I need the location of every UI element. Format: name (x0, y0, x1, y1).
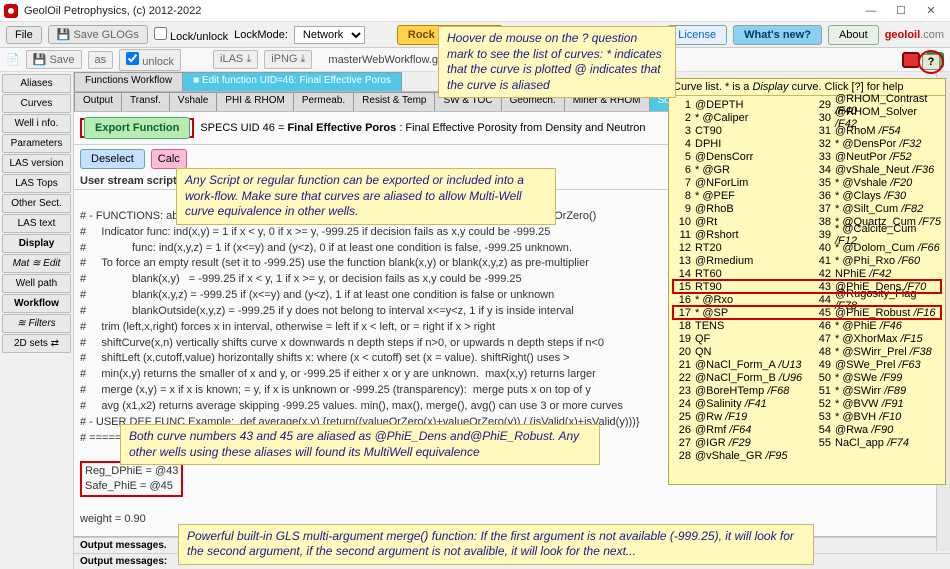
help-question-button[interactable]: ? (922, 54, 940, 70)
tooltip-export-script: Any Script or regular function can be ex… (176, 168, 556, 225)
help-comment-block: # - FUNCTIONS: abs(), exp(), ln(), log10… (80, 210, 640, 444)
curve-row[interactable]: 8* @PEF36* @Clays /F30 (673, 189, 941, 202)
curve-row[interactable]: 25@Rw /F1953* @BVH /F10 (673, 410, 941, 423)
curve-row[interactable]: 24@Salinity /F4152* @BVW /F91 (673, 397, 941, 410)
curve-row[interactable]: 26@Rmf /F6454@Rwa /F90 (673, 423, 941, 436)
sidebar-item-parameters[interactable]: Parameters (2, 134, 71, 153)
specs-label: SPECS UID 46 = Final Effective Poros : F… (200, 122, 645, 134)
curve-row[interactable]: 20 QN48* @SWirr_Prel /F38 (673, 345, 941, 358)
maximize-button[interactable]: ☐ (886, 1, 916, 21)
tooltip-hover-question: Hoover de mouse on the ? question mark t… (438, 26, 676, 98)
subtab-phi-rhom[interactable]: PHI & RHOM (216, 92, 293, 111)
app-logo-icon (4, 4, 18, 18)
curve-row[interactable]: 28@vShale_GR /F95 (673, 449, 941, 462)
lockunlock-checkbox[interactable]: Lock/unlock (154, 27, 228, 43)
titlebar: GeolOil Petrophysics, (c) 2012-2022 — ☐ … (0, 0, 950, 22)
file-menu[interactable]: File (6, 26, 42, 44)
subtab-permeab-[interactable]: Permeab. (293, 92, 354, 111)
tab-edit-function-uid-final-effective-poros[interactable]: ■ Edit function UID=46: Final Effective … (182, 72, 402, 91)
ilas-button[interactable]: iLAS ⤓ (213, 50, 258, 69)
curve-row[interactable]: 21@NaCl_Form_A /U1349 @SWe_Prel /F63 (673, 358, 941, 371)
window-title: GeolOil Petrophysics, (c) 2012-2022 (24, 5, 201, 17)
tooltip-merge-function: Powerful built-in GLS multi-argument mer… (178, 524, 814, 565)
alias-assignments-highlight: Reg_DPhiE = @43 Safe_PhiE = @45 (80, 461, 183, 497)
sidebar-item-workflow[interactable]: Workflow (2, 294, 71, 313)
curve-row[interactable]: 22@NaCl_Form_B /U9650* @SWe /F99 (673, 371, 941, 384)
curve-row[interactable]: 18 TENS46* @PhiE /F46 (673, 319, 941, 332)
curve-row[interactable]: 13@Rmedium41* @Phi_Rxo /F60 (673, 254, 941, 267)
sidebar-item-well-i-nfo-[interactable]: Well i nfo. (2, 114, 71, 133)
curve-row[interactable]: 23@BoreHTemp /F6851* @SWirr /F89 (673, 384, 941, 397)
sidebar-item-las-text[interactable]: LAS text (2, 214, 71, 233)
export-function-button[interactable]: Export Function (84, 117, 190, 139)
lockmode-select[interactable]: Network (294, 26, 365, 44)
subtab-transf-[interactable]: Transf. (121, 92, 170, 111)
sidebar-item-aliases[interactable]: Aliases (2, 74, 71, 93)
curve-row[interactable]: 3 CT9031@RhoM /F54 (673, 124, 941, 137)
doc-icon[interactable]: 📄 (6, 53, 20, 66)
unlock-checkbox[interactable]: unlock (119, 49, 181, 71)
curve-list-panel: Curve list. * is a Display curve. Click … (668, 78, 946, 485)
sidebar-item-las-tops[interactable]: LAS Tops (2, 174, 71, 193)
save-glogs-button[interactable]: 💾 Save GLOGs (48, 25, 148, 44)
weight-line: weight = 0.90 (80, 513, 146, 525)
curve-row[interactable]: 14 RT6042 NPhiE /F42 (673, 267, 941, 280)
subtab-vshale[interactable]: Vshale (169, 92, 218, 111)
deselect-button[interactable]: Deselect (80, 149, 145, 169)
calc-button[interactable]: Calc (151, 149, 187, 169)
sidebar-item-display[interactable]: Display (2, 234, 71, 253)
sidebar-item-curves[interactable]: Curves (2, 94, 71, 113)
sidebar-item--filters[interactable]: ≋ Filters (2, 314, 71, 333)
minimize-button[interactable]: — (856, 1, 886, 21)
curve-row[interactable]: 6* @GR34@vShale_Neut /F36 (673, 163, 941, 176)
curve-row[interactable]: 9@RhoB37* @Silt_Cum /F82 (673, 202, 941, 215)
brand-logo: geoloil.com (885, 29, 944, 41)
whats-new-button[interactable]: What's new? (733, 25, 822, 45)
save-button[interactable]: 💾 Save (26, 50, 82, 69)
curve-row[interactable]: 19 QF47* @XhorMax /F15 (673, 332, 941, 345)
sidebar-item--d-sets-[interactable]: 2D sets ⇄ (2, 334, 71, 353)
curve-row[interactable]: 7@NForLim35* @Vshale /F20 (673, 176, 941, 189)
curve-row[interactable]: 12 RT2040* @Dolom_Cum /F66 (673, 241, 941, 254)
lockmode-label: LockMode: (234, 29, 288, 41)
license-button[interactable]: License (667, 25, 727, 45)
red-close-icon[interactable] (902, 52, 920, 68)
subtab-resist-temp[interactable]: Resist & Temp (353, 92, 435, 111)
export-highlight: Export Function (80, 118, 194, 138)
save-as-button[interactable]: as (88, 51, 114, 69)
subtab-output[interactable]: Output (74, 92, 122, 111)
sidebar-item-other-sect-[interactable]: Other Sect. (2, 194, 71, 213)
sidebar-item-mat-edit[interactable]: Mat ≋ Edit (2, 254, 71, 273)
file-path: masterWebWorkflow.glog (328, 54, 452, 66)
left-sidebar: AliasesCurvesWell i nfo.ParametersLAS ve… (0, 72, 74, 569)
curve-row[interactable]: 4 DPHI32* @DensPor /F32 (673, 137, 941, 150)
curve-row[interactable]: 16* @Rxo44@Rugosity_Flag /F78 (673, 293, 941, 306)
sidebar-item-las-version[interactable]: LAS version (2, 154, 71, 173)
curve-row[interactable]: 27@IGR /F2955 NaCl_app /F74 (673, 436, 941, 449)
close-button[interactable]: ✕ (916, 1, 946, 21)
tab-functions-workflow[interactable]: Functions Workflow (74, 72, 183, 91)
about-button[interactable]: About (828, 25, 879, 45)
tooltip-curve-aliases: Both curve numbers 43 and 45 are aliased… (120, 424, 600, 465)
curve-row[interactable]: 17* @SP45@PhiE_Robust /F16 (673, 306, 941, 319)
curve-row[interactable]: 2* @Caliper30@RHOM_Solver /F42 (673, 111, 941, 124)
curve-row[interactable]: 5@DensCorr33@NeutPor /F52 (673, 150, 941, 163)
ipng-button[interactable]: iPNG ⤓ (264, 50, 312, 69)
sidebar-item-well-path[interactable]: Well path (2, 274, 71, 293)
curve-row[interactable]: 11@Rshort39* @Calcite_Cum /F12 (673, 228, 941, 241)
